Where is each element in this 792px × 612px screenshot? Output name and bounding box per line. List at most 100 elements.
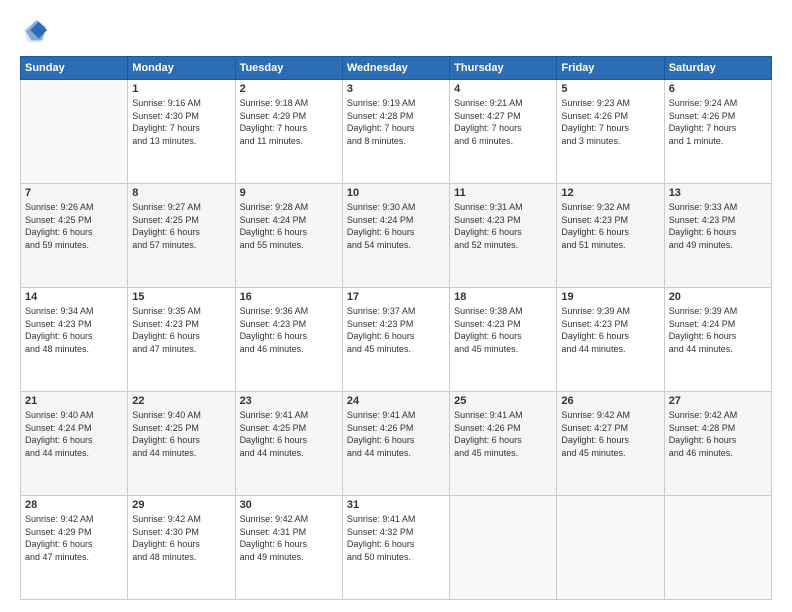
calendar-cell [557, 496, 664, 600]
calendar-cell: 5 Sunrise: 9:23 AM Sunset: 4:26 PM Daylig… [557, 80, 664, 184]
calendar-cell: 30 Sunrise: 9:42 AM Sunset: 4:31 PM Dayli… [235, 496, 342, 600]
day-info: Sunrise: 9:39 AM Sunset: 4:24 PM Dayligh… [669, 305, 767, 355]
calendar-cell: 4 Sunrise: 9:21 AM Sunset: 4:27 PM Daylig… [450, 80, 557, 184]
day-number: 10 [347, 187, 445, 199]
day-number: 11 [454, 187, 552, 199]
day-info: Sunrise: 9:41 AM Sunset: 4:25 PM Dayligh… [240, 409, 338, 459]
weekday-header-tuesday: Tuesday [235, 57, 342, 80]
logo [20, 18, 52, 46]
day-number: 18 [454, 291, 552, 303]
day-number: 14 [25, 291, 123, 303]
day-number: 19 [561, 291, 659, 303]
day-info: Sunrise: 9:39 AM Sunset: 4:23 PM Dayligh… [561, 305, 659, 355]
calendar-cell: 23 Sunrise: 9:41 AM Sunset: 4:25 PM Dayli… [235, 392, 342, 496]
day-number: 13 [669, 187, 767, 199]
calendar-cell [21, 80, 128, 184]
calendar-cell: 24 Sunrise: 9:41 AM Sunset: 4:26 PM Dayli… [342, 392, 449, 496]
weekday-header-thursday: Thursday [450, 57, 557, 80]
calendar-cell [450, 496, 557, 600]
day-info: Sunrise: 9:21 AM Sunset: 4:27 PM Dayligh… [454, 97, 552, 147]
day-number: 12 [561, 187, 659, 199]
calendar-cell: 22 Sunrise: 9:40 AM Sunset: 4:25 PM Dayli… [128, 392, 235, 496]
day-number: 30 [240, 499, 338, 511]
weekday-header-wednesday: Wednesday [342, 57, 449, 80]
day-info: Sunrise: 9:36 AM Sunset: 4:23 PM Dayligh… [240, 305, 338, 355]
weekday-header-monday: Monday [128, 57, 235, 80]
calendar-cell: 25Sunrise: 9:41 AM Sunset: 4:26 PM Dayli… [450, 392, 557, 496]
day-number: 21 [25, 395, 123, 407]
day-number: 16 [240, 291, 338, 303]
day-number: 4 [454, 83, 552, 95]
calendar-cell: 18 Sunrise: 9:38 AM Sunset: 4:23 PM Dayli… [450, 288, 557, 392]
week-row-1: 1 Sunrise: 9:16 AM Sunset: 4:30 PM Daylig… [21, 80, 772, 184]
day-number: 17 [347, 291, 445, 303]
calendar-cell: 16 Sunrise: 9:36 AM Sunset: 4:23 PM Dayli… [235, 288, 342, 392]
calendar-cell: 17 Sunrise: 9:37 AM Sunset: 4:23 PM Dayli… [342, 288, 449, 392]
day-info: Sunrise: 9:27 AM Sunset: 4:25 PM Dayligh… [132, 201, 230, 251]
calendar-cell: 14 Sunrise: 9:34 AM Sunset: 4:23 PM Dayli… [21, 288, 128, 392]
day-info: Sunrise: 9:18 AM Sunset: 4:29 PM Dayligh… [240, 97, 338, 147]
calendar-cell: 6 Sunrise: 9:24 AM Sunset: 4:26 PM Daylig… [664, 80, 771, 184]
day-info: Sunrise: 9:16 AM Sunset: 4:30 PM Dayligh… [132, 97, 230, 147]
day-info: Sunrise: 9:41 AM Sunset: 4:26 PM Dayligh… [347, 409, 445, 459]
calendar-cell: 29Sunrise: 9:42 AM Sunset: 4:30 PM Dayli… [128, 496, 235, 600]
day-number: 22 [132, 395, 230, 407]
day-number: 23 [240, 395, 338, 407]
day-number: 26 [561, 395, 659, 407]
day-info: Sunrise: 9:32 AM Sunset: 4:23 PM Dayligh… [561, 201, 659, 251]
day-info: Sunrise: 9:23 AM Sunset: 4:26 PM Dayligh… [561, 97, 659, 147]
day-info: Sunrise: 9:42 AM Sunset: 4:27 PM Dayligh… [561, 409, 659, 459]
calendar-cell: 2 Sunrise: 9:18 AM Sunset: 4:29 PM Daylig… [235, 80, 342, 184]
calendar-cell: 11Sunrise: 9:31 AM Sunset: 4:23 PM Dayli… [450, 184, 557, 288]
page: SundayMondayTuesdayWednesdayThursdayFrid… [0, 0, 792, 612]
calendar-cell: 31 Sunrise: 9:41 AM Sunset: 4:32 PM Dayli… [342, 496, 449, 600]
day-number: 25 [454, 395, 552, 407]
day-number: 6 [669, 83, 767, 95]
calendar-cell: 20 Sunrise: 9:39 AM Sunset: 4:24 PM Dayli… [664, 288, 771, 392]
day-number: 28 [25, 499, 123, 511]
day-info: Sunrise: 9:35 AM Sunset: 4:23 PM Dayligh… [132, 305, 230, 355]
day-info: Sunrise: 9:28 AM Sunset: 4:24 PM Dayligh… [240, 201, 338, 251]
day-info: Sunrise: 9:38 AM Sunset: 4:23 PM Dayligh… [454, 305, 552, 355]
calendar-cell: 12 Sunrise: 9:32 AM Sunset: 4:23 PM Dayli… [557, 184, 664, 288]
day-info: Sunrise: 9:41 AM Sunset: 4:32 PM Dayligh… [347, 513, 445, 563]
calendar-cell: 26 Sunrise: 9:42 AM Sunset: 4:27 PM Dayli… [557, 392, 664, 496]
calendar-cell: 7Sunrise: 9:26 AM Sunset: 4:25 PM Daylig… [21, 184, 128, 288]
day-info: Sunrise: 9:26 AM Sunset: 4:25 PM Dayligh… [25, 201, 123, 251]
day-info: Sunrise: 9:42 AM Sunset: 4:29 PM Dayligh… [25, 513, 123, 563]
day-info: Sunrise: 9:33 AM Sunset: 4:23 PM Dayligh… [669, 201, 767, 251]
calendar-cell [664, 496, 771, 600]
day-info: Sunrise: 9:42 AM Sunset: 4:31 PM Dayligh… [240, 513, 338, 563]
weekday-header-friday: Friday [557, 57, 664, 80]
day-number: 20 [669, 291, 767, 303]
weekday-header-row: SundayMondayTuesdayWednesdayThursdayFrid… [21, 57, 772, 80]
day-number: 31 [347, 499, 445, 511]
day-number: 2 [240, 83, 338, 95]
day-number: 15 [132, 291, 230, 303]
calendar-table: SundayMondayTuesdayWednesdayThursdayFrid… [20, 56, 772, 600]
day-info: Sunrise: 9:37 AM Sunset: 4:23 PM Dayligh… [347, 305, 445, 355]
header [20, 18, 772, 46]
day-info: Sunrise: 9:24 AM Sunset: 4:26 PM Dayligh… [669, 97, 767, 147]
calendar-cell: 21 Sunrise: 9:40 AM Sunset: 4:24 PM Dayli… [21, 392, 128, 496]
day-number: 5 [561, 83, 659, 95]
day-info: Sunrise: 9:40 AM Sunset: 4:25 PM Dayligh… [132, 409, 230, 459]
calendar-cell: 27Sunrise: 9:42 AM Sunset: 4:28 PM Dayli… [664, 392, 771, 496]
weekday-header-sunday: Sunday [21, 57, 128, 80]
calendar-cell: 3Sunrise: 9:19 AM Sunset: 4:28 PM Daylig… [342, 80, 449, 184]
calendar-cell: 19 Sunrise: 9:39 AM Sunset: 4:23 PM Dayli… [557, 288, 664, 392]
calendar-cell: 9 Sunrise: 9:28 AM Sunset: 4:24 PM Daylig… [235, 184, 342, 288]
day-info: Sunrise: 9:34 AM Sunset: 4:23 PM Dayligh… [25, 305, 123, 355]
calendar-cell: 28 Sunrise: 9:42 AM Sunset: 4:29 PM Dayli… [21, 496, 128, 600]
week-row-3: 14 Sunrise: 9:34 AM Sunset: 4:23 PM Dayli… [21, 288, 772, 392]
calendar-cell: 8Sunrise: 9:27 AM Sunset: 4:25 PM Daylig… [128, 184, 235, 288]
day-info: Sunrise: 9:40 AM Sunset: 4:24 PM Dayligh… [25, 409, 123, 459]
day-info: Sunrise: 9:30 AM Sunset: 4:24 PM Dayligh… [347, 201, 445, 251]
weekday-header-saturday: Saturday [664, 57, 771, 80]
week-row-5: 28 Sunrise: 9:42 AM Sunset: 4:29 PM Dayli… [21, 496, 772, 600]
calendar-cell: 15 Sunrise: 9:35 AM Sunset: 4:23 PM Dayli… [128, 288, 235, 392]
day-number: 9 [240, 187, 338, 199]
logo-icon [20, 18, 48, 46]
day-number: 1 [132, 83, 230, 95]
day-number: 24 [347, 395, 445, 407]
